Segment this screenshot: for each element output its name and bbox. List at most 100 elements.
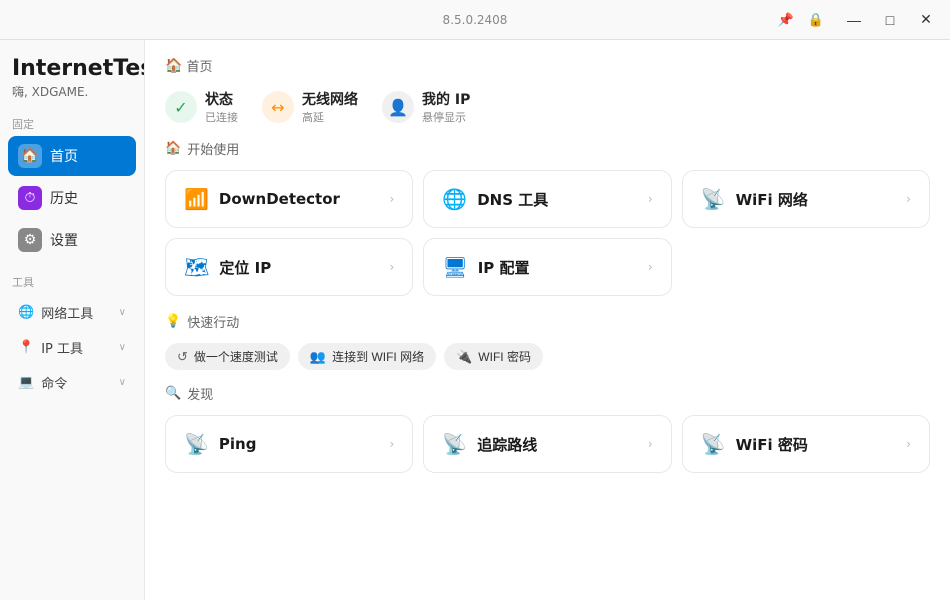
- sidebar-item-command[interactable]: 💻 命令 ∨: [8, 366, 136, 399]
- breadcrumb-text: 首页: [186, 56, 212, 75]
- status-item-wifi[interactable]: ↔ 无线网络 高延: [262, 89, 358, 125]
- ip-config-icon: 🖥: [442, 255, 467, 279]
- card-locate-ip[interactable]: 🗺 定位 IP ›: [165, 238, 413, 296]
- breadcrumb-home-icon: 🏠: [165, 58, 182, 74]
- sidebar-item-settings[interactable]: ⚙ 设置: [8, 220, 136, 260]
- sidebar-item-history-label: 历史: [50, 188, 78, 208]
- ip-label: IP 工具: [41, 338, 83, 357]
- arrow-icon-traceroute: ›: [648, 437, 653, 451]
- dns-label: DNS 工具: [477, 189, 548, 210]
- myip-sub: 悬停显示: [422, 109, 470, 125]
- status-sub: 已连接: [205, 109, 238, 125]
- ip-icon: 📍: [18, 340, 34, 355]
- fixed-label: 固定: [8, 116, 136, 132]
- myip-icon: 👤: [382, 91, 414, 123]
- quick-actions-heading: 💡 快速行动: [165, 312, 930, 331]
- sidebar-item-history[interactable]: ⏱ 历史: [8, 178, 136, 218]
- speed-test-icon: ↺: [177, 349, 188, 365]
- wifi-status-title: 无线网络: [302, 89, 358, 109]
- status-title: 状态: [205, 89, 238, 109]
- card-ip-config[interactable]: 🖥 IP 配置 ›: [423, 238, 671, 296]
- discover-icon: 🔍: [165, 386, 181, 401]
- chip-speed-test-label: 做一个速度测试: [194, 348, 278, 365]
- chip-connect-wifi-label: 连接到 WIFI 网络: [332, 348, 424, 365]
- arrow-icon-wifi: ›: [906, 192, 911, 206]
- lock-button[interactable]: 🔒: [802, 6, 830, 34]
- app-body: InternetTest 嗨, XDGAME. 固定 🏠 首页 ⏱ 历史 ⚙ 设…: [0, 40, 950, 600]
- myip-title: 我的 IP: [422, 89, 470, 109]
- traceroute-label: 追踪路线: [477, 434, 537, 455]
- sidebar-item-settings-label: 设置: [50, 230, 78, 250]
- status-item-connected[interactable]: ✓ 状态 已连接: [165, 89, 238, 125]
- dns-icon: 🌐: [442, 187, 467, 211]
- history-icon: ⏱: [18, 186, 42, 210]
- arrow-icon: ›: [390, 192, 395, 206]
- ping-icon: 📡: [184, 432, 209, 456]
- card-wifi-network[interactable]: 📡 WiFi 网络 ›: [682, 170, 930, 228]
- locate-ip-label: 定位 IP: [219, 257, 271, 278]
- wifi-password2-label: WiFi 密码: [736, 434, 808, 455]
- sidebar-item-ip[interactable]: 📍 IP 工具 ∨: [8, 331, 136, 364]
- tool-cards-grid: 📶 DownDetector › 🌐 DNS 工具 › 📡 WiFi 网络 ›: [165, 170, 930, 296]
- card-traceroute[interactable]: 📡 追踪路线 ›: [423, 415, 671, 473]
- titlebar: 8.5.0.2408 📌 🔒 — □ ✕: [0, 0, 950, 40]
- chevron-down-icon-cmd: ∨: [119, 377, 126, 388]
- command-label: 命令: [41, 373, 67, 392]
- wifi-status-sub: 高延: [302, 109, 358, 125]
- titlebar-icons: 📌 🔒: [772, 6, 830, 34]
- wifi-password2-icon: 📡: [701, 432, 726, 456]
- tools-label: 工具: [8, 274, 136, 290]
- chip-connect-wifi[interactable]: 👥 连接到 WIFI 网络: [298, 343, 436, 370]
- maximize-button[interactable]: □: [874, 6, 906, 34]
- sidebar-item-network[interactable]: 🌐 网络工具 ∨: [8, 296, 136, 329]
- traceroute-icon: 📡: [442, 432, 467, 456]
- card-wifi-password2[interactable]: 📡 WiFi 密码 ›: [682, 415, 930, 473]
- quick-actions-label: 快速行动: [187, 312, 239, 331]
- arrow-icon-locate: ›: [390, 260, 395, 274]
- downdetector-label: DownDetector: [219, 190, 340, 208]
- sidebar: InternetTest 嗨, XDGAME. 固定 🏠 首页 ⏱ 历史 ⚙ 设…: [0, 40, 145, 600]
- quick-actions-row: ↺ 做一个速度测试 👥 连接到 WIFI 网络 🔌 WIFI 密码: [165, 343, 930, 370]
- home-icon: 🏠: [18, 144, 42, 168]
- status-item-myip[interactable]: 👤 我的 IP 悬停显示: [382, 89, 470, 125]
- locate-ip-icon: 🗺: [184, 255, 209, 279]
- discover-cards-grid: 📡 Ping › 📡 追踪路线 › 📡 WiFi 密码 ›: [165, 415, 930, 473]
- pin-button[interactable]: 📌: [772, 6, 800, 34]
- minimize-button[interactable]: —: [838, 6, 870, 34]
- app-title: InternetTest: [8, 56, 136, 81]
- sidebar-item-home-label: 首页: [50, 146, 78, 166]
- arrow-icon-dns: ›: [648, 192, 653, 206]
- get-started-label: 开始使用: [187, 139, 239, 158]
- discover-heading: 🔍 发现: [165, 384, 930, 403]
- chevron-down-icon-ip: ∨: [119, 342, 126, 353]
- version-label: 8.5.0.2408: [443, 13, 508, 27]
- card-downdetector[interactable]: 📶 DownDetector ›: [165, 170, 413, 228]
- card-ping[interactable]: 📡 Ping ›: [165, 415, 413, 473]
- quick-actions-icon: 💡: [165, 314, 181, 329]
- discover-label: 发现: [187, 384, 213, 403]
- command-icon: 💻: [18, 375, 34, 390]
- connected-icon: ✓: [165, 91, 197, 123]
- arrow-icon-wifipw2: ›: [906, 437, 911, 451]
- close-button[interactable]: ✕: [910, 6, 942, 34]
- card-dns[interactable]: 🌐 DNS 工具 ›: [423, 170, 671, 228]
- wifi-network-icon: 📡: [701, 187, 726, 211]
- arrow-icon-ipconfig: ›: [648, 260, 653, 274]
- chip-speed-test[interactable]: ↺ 做一个速度测试: [165, 343, 290, 370]
- arrow-icon-ping: ›: [390, 437, 395, 451]
- status-row: ✓ 状态 已连接 ↔ 无线网络 高延 👤 我的 IP 悬停显示: [165, 89, 930, 125]
- app-subtitle: 嗨, XDGAME.: [8, 83, 136, 100]
- sidebar-item-home[interactable]: 🏠 首页: [8, 136, 136, 176]
- chip-wifi-password[interactable]: 🔌 WIFI 密码: [444, 343, 543, 370]
- breadcrumb: 🏠 首页: [165, 56, 930, 75]
- ping-label: Ping: [219, 435, 257, 453]
- chip-wifi-password-label: WIFI 密码: [478, 348, 531, 365]
- downdetector-icon: 📶: [184, 187, 209, 211]
- main-content: 🏠 首页 ✓ 状态 已连接 ↔ 无线网络 高延 👤: [145, 40, 950, 600]
- wifi-network-label: WiFi 网络: [736, 189, 808, 210]
- network-label: 网络工具: [41, 303, 93, 322]
- wifi-status-icon: ↔: [262, 91, 294, 123]
- get-started-heading: 🏠 开始使用: [165, 139, 930, 158]
- ip-config-label: IP 配置: [478, 257, 530, 278]
- wifi-password-chip-icon: 🔌: [456, 349, 472, 365]
